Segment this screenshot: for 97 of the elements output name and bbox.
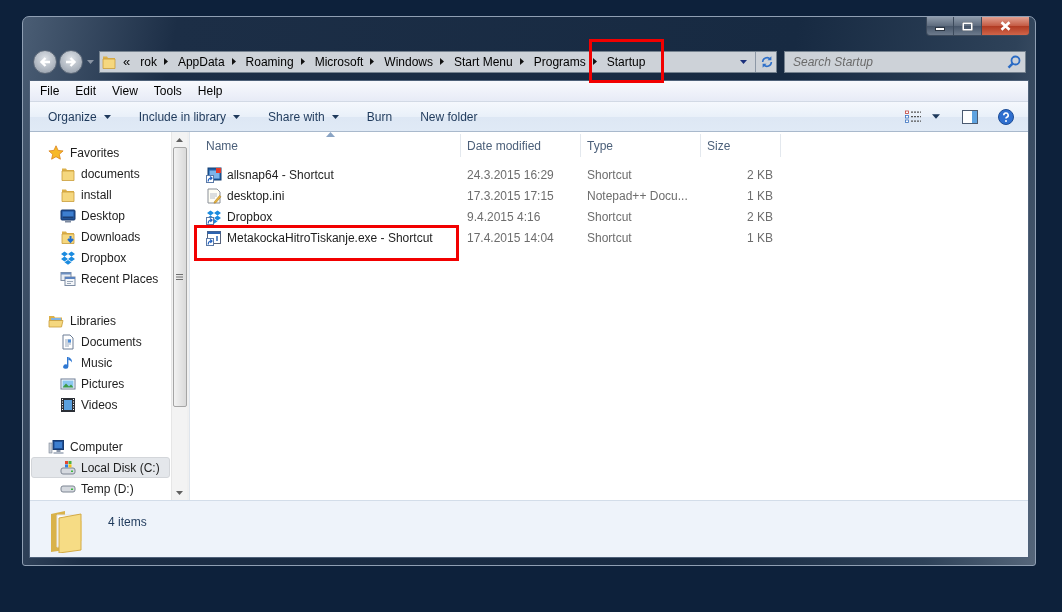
size-cell-text: 1 KB	[747, 229, 773, 247]
help-icon[interactable]	[998, 108, 1014, 125]
tree-item[interactable]: Music	[31, 352, 170, 373]
breadcrumb-button[interactable]: Roaming	[240, 51, 299, 72]
hidden-path-button[interactable]: «	[120, 51, 134, 72]
scroll-down-icon[interactable]	[176, 490, 183, 495]
document-icon	[60, 333, 76, 350]
close-icon	[1000, 21, 1011, 31]
breadcrumb-button[interactable]: Programs	[528, 51, 591, 72]
list-item[interactable]: desktop.ini	[206, 186, 285, 205]
maximize-button[interactable]	[954, 17, 982, 35]
menu-item[interactable]: Tools	[145, 81, 190, 101]
menu-item[interactable]: View	[104, 81, 146, 101]
breadcrumb-arrow-icon[interactable]	[592, 58, 597, 65]
tree-item[interactable]: Downloads	[31, 226, 170, 247]
tree-item[interactable]: Videos	[31, 394, 170, 415]
grip-icon	[176, 274, 183, 280]
monitor-icon	[60, 207, 76, 224]
tree-item[interactable]: documents	[31, 163, 170, 184]
maximize-icon	[962, 21, 973, 31]
computer-icon	[48, 438, 64, 455]
scrollbar-thumb[interactable]	[172, 147, 187, 407]
app-shortcut-icon	[206, 166, 222, 183]
breadcrumb-arrow-icon[interactable]	[300, 58, 305, 65]
minimize-button[interactable]	[927, 17, 954, 35]
tree-item[interactable]: Recent Places	[31, 268, 170, 289]
date-cell: 17.4.2015 14:04	[467, 230, 554, 245]
drive-icon	[60, 459, 76, 476]
tree-item[interactable]: install	[31, 184, 170, 205]
search-field[interactable]: Search Startup	[784, 50, 1026, 73]
toolbar-button[interactable]: Organize	[40, 105, 119, 128]
menu-item[interactable]: File	[32, 81, 68, 101]
breadcrumb-button[interactable]: Microsoft	[309, 51, 369, 72]
tree-item[interactable]: Documents	[31, 331, 170, 352]
breadcrumb-button[interactable]: Start Menu	[449, 51, 518, 72]
tree-item[interactable]: Computer	[31, 436, 170, 457]
breadcrumb-arrow-icon[interactable]	[440, 58, 444, 65]
column-header[interactable]: Name	[200, 134, 461, 157]
menu-item[interactable]: Help	[189, 81, 231, 101]
picture-icon	[60, 375, 76, 392]
column-header[interactable]: Date modified	[461, 134, 581, 157]
breadcrumb-button[interactable]: AppData	[172, 51, 230, 72]
breadcrumb-button[interactable]: rok	[135, 51, 162, 72]
date-cell: 17.3.2015 17:15	[467, 188, 554, 203]
breadcrumb-arrow-icon[interactable]	[163, 58, 168, 65]
list-item[interactable]: Dropbox	[206, 207, 273, 226]
tree-item[interactable]: Dropbox	[31, 247, 170, 268]
caret-icon[interactable]	[740, 59, 747, 64]
caret-icon[interactable]	[932, 114, 940, 119]
breadcrumb-button[interactable]: Startup	[601, 51, 651, 72]
scroll-up-icon[interactable]	[176, 137, 183, 142]
type-cell: Shortcut	[587, 209, 632, 224]
film-icon	[60, 396, 76, 413]
preview-pane-icon[interactable]	[962, 108, 978, 125]
size-cell-text: 2 KB	[747, 166, 773, 184]
tree-item[interactable]: Local Disk (C:)	[31, 457, 170, 478]
tree-item[interactable]: Favorites	[31, 142, 170, 163]
toolbar-button[interactable]: New folder	[412, 105, 486, 128]
close-button[interactable]	[982, 17, 1029, 35]
size-cell-text: 1 KB	[747, 187, 773, 205]
column-header[interactable]: Size	[701, 134, 781, 157]
list-item[interactable]: allsnap64 - Shortcut	[206, 165, 334, 184]
date-cell: 9.4.2015 4:16	[467, 209, 541, 224]
breadcrumb-arrow-icon[interactable]	[370, 58, 375, 65]
toolbar-button[interactable]: Burn	[358, 105, 401, 128]
tree-item[interactable]: Libraries	[31, 310, 170, 331]
diamonds-shortcut-icon	[206, 208, 222, 225]
tree-item[interactable]: Temp (D:)	[31, 478, 170, 499]
breadcrumb-arrow-icon[interactable]	[231, 58, 236, 65]
toolbar-button[interactable]: Include in library	[130, 105, 249, 128]
toolbar-button[interactable]: Share with	[260, 105, 347, 128]
text-file-icon	[206, 187, 222, 204]
minimize-icon	[935, 26, 945, 31]
date-cell: 24.3.2015 16:29	[467, 167, 554, 182]
search-icon[interactable]	[1007, 54, 1021, 69]
diamonds-icon	[60, 249, 76, 266]
star-icon	[48, 144, 64, 161]
right-arrow-icon	[64, 54, 78, 69]
type-cell: Shortcut	[587, 167, 632, 182]
window-shortcut-icon	[206, 229, 222, 246]
column-header[interactable]: Type	[581, 134, 701, 157]
breadcrumb-button[interactable]: Windows	[379, 51, 438, 72]
view-list-icon[interactable]	[905, 109, 921, 124]
breadcrumb-arrow-icon[interactable]	[519, 58, 524, 65]
type-cell: Shortcut	[587, 230, 632, 245]
refresh-icon	[759, 54, 774, 69]
size-cell-text: 2 KB	[747, 208, 773, 226]
windows-stack-icon	[60, 270, 76, 287]
item-count: 4 items	[108, 514, 147, 531]
address-bar[interactable]	[99, 50, 777, 73]
tree-item[interactable]: Pictures	[31, 373, 170, 394]
left-arrow-icon	[38, 54, 52, 69]
type-cell: Notepad++ Docu...	[587, 188, 688, 203]
list-item[interactable]: MetakockaHitroTiskanje.exe - Shortcut	[206, 228, 433, 247]
tree-item[interactable]: Desktop	[31, 205, 170, 226]
menu-item[interactable]: Edit	[67, 81, 105, 101]
drive-icon	[60, 484, 76, 493]
